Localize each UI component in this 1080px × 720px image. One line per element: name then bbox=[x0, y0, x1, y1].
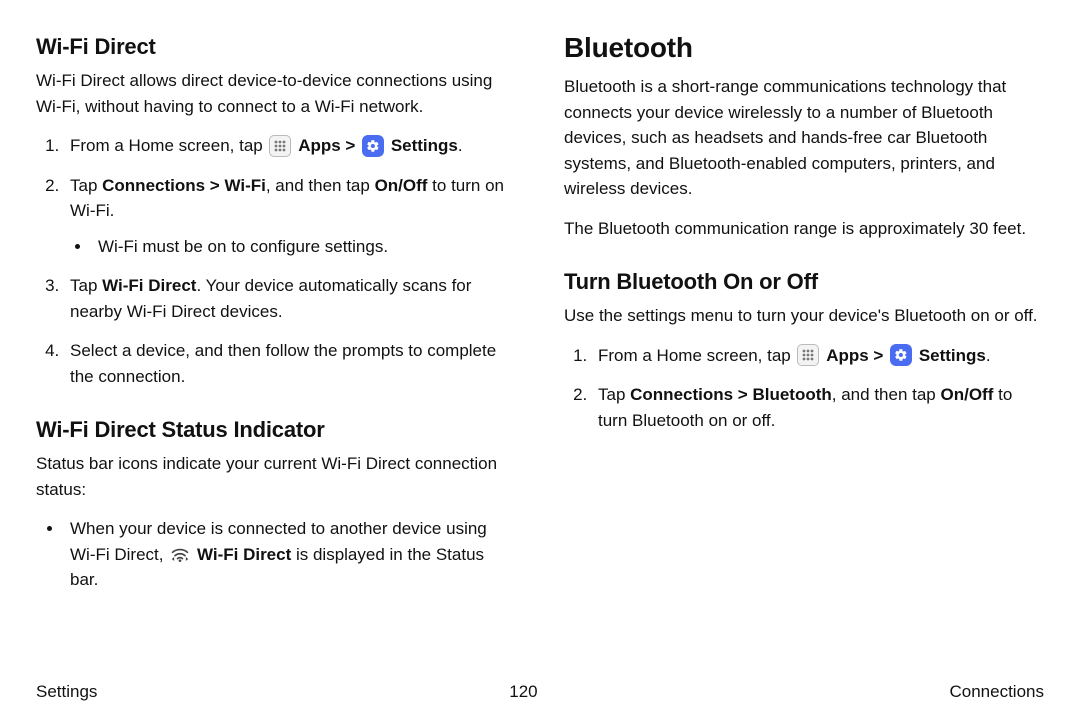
step-text: From a Home screen, tap bbox=[70, 136, 267, 155]
t: Tap bbox=[598, 385, 630, 404]
settings-icon bbox=[890, 344, 912, 366]
turn-bluetooth-intro: Use the settings menu to turn your devic… bbox=[564, 303, 1044, 329]
settings-label: Settings bbox=[919, 346, 986, 365]
wifi-direct-intro: Wi-Fi Direct allows direct device-to-dev… bbox=[36, 68, 516, 119]
heading-bluetooth: Bluetooth bbox=[564, 32, 1044, 64]
t: Connections > Bluetooth bbox=[630, 385, 832, 404]
t: , and then tap bbox=[266, 176, 375, 195]
t: Tap bbox=[70, 276, 102, 295]
bt-step-1: From a Home screen, tap Apps > Settings. bbox=[592, 343, 1044, 369]
status-list: When your device is connected to another… bbox=[36, 516, 516, 593]
step-end: . bbox=[458, 136, 463, 155]
settings-icon bbox=[362, 135, 384, 157]
status-item: When your device is connected to another… bbox=[64, 516, 516, 593]
step-2-sublist: Wi-Fi must be on to configure settings. bbox=[70, 234, 516, 260]
t: On/Off bbox=[375, 176, 428, 195]
apps-label: Apps bbox=[298, 136, 341, 155]
t: Wi-Fi Direct bbox=[197, 545, 291, 564]
bt-step-2: Tap Connections > Bluetooth, and then ta… bbox=[592, 382, 1044, 433]
bluetooth-steps: From a Home screen, tap Apps > Settings.… bbox=[564, 343, 1044, 434]
t: Connections > Wi-Fi bbox=[102, 176, 266, 195]
footer-page-number: 120 bbox=[509, 682, 537, 702]
status-intro: Status bar icons indicate your current W… bbox=[36, 451, 516, 502]
settings-label: Settings bbox=[391, 136, 458, 155]
left-column: Wi-Fi Direct Wi-Fi Direct allows direct … bbox=[36, 32, 516, 662]
apps-label: Apps bbox=[826, 346, 869, 365]
wifi-direct-steps: From a Home screen, tap Apps > Settings.… bbox=[36, 133, 516, 389]
t: Wi-Fi Direct bbox=[102, 276, 196, 295]
step-3: Tap Wi-Fi Direct. Your device automatica… bbox=[64, 273, 516, 324]
bluetooth-intro: Bluetooth is a short-range communication… bbox=[564, 74, 1044, 202]
bluetooth-range: The Bluetooth communication range is app… bbox=[564, 216, 1044, 242]
content-columns: Wi-Fi Direct Wi-Fi Direct allows direct … bbox=[36, 32, 1044, 662]
step-2: Tap Connections > Wi-Fi, and then tap On… bbox=[64, 173, 516, 260]
heading-wifi-direct: Wi-Fi Direct bbox=[36, 34, 516, 60]
footer-right: Connections bbox=[949, 682, 1044, 702]
heading-turn-bluetooth: Turn Bluetooth On or Off bbox=[564, 269, 1044, 295]
t: , and then tap bbox=[832, 385, 941, 404]
step-1: From a Home screen, tap Apps > Settings. bbox=[64, 133, 516, 159]
apps-icon bbox=[797, 344, 819, 366]
footer-left: Settings bbox=[36, 682, 97, 702]
apps-icon bbox=[269, 135, 291, 157]
sep: > bbox=[869, 346, 888, 365]
wifi-direct-icon bbox=[170, 545, 190, 563]
t: On/Off bbox=[940, 385, 993, 404]
page-footer: Settings 120 Connections bbox=[36, 682, 1044, 702]
heading-wifi-direct-status: Wi-Fi Direct Status Indicator bbox=[36, 417, 516, 443]
step-4: Select a device, and then follow the pro… bbox=[64, 338, 516, 389]
t: Tap bbox=[70, 176, 102, 195]
step-2-sub: Wi-Fi must be on to configure settings. bbox=[92, 234, 516, 260]
t: From a Home screen, tap bbox=[598, 346, 795, 365]
right-column: Bluetooth Bluetooth is a short-range com… bbox=[564, 32, 1044, 662]
sep: > bbox=[341, 136, 360, 155]
t: . bbox=[986, 346, 991, 365]
